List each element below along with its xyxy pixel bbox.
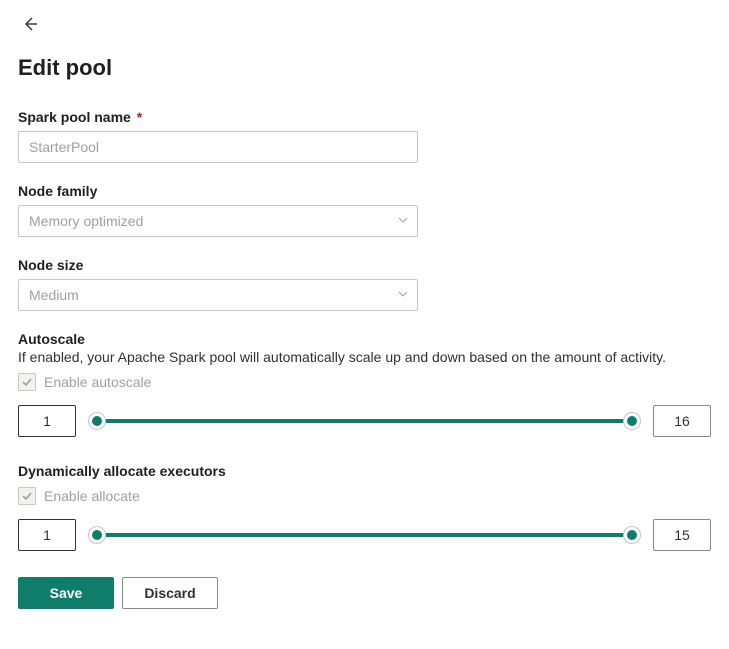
pool-name-input[interactable]: [18, 131, 418, 163]
executors-checkbox-label: Enable allocate: [44, 488, 140, 504]
pool-name-group: Spark pool name *: [18, 109, 711, 163]
autoscale-min-input[interactable]: 1: [18, 405, 76, 437]
executors-max-input[interactable]: 15: [653, 519, 711, 551]
node-size-value: Medium: [29, 287, 79, 303]
executors-slider-row: 1 15: [18, 519, 711, 551]
executors-checkbox[interactable]: [18, 487, 36, 505]
executors-min-input[interactable]: 1: [18, 519, 76, 551]
node-size-group: Node size Medium: [18, 257, 711, 311]
autoscale-checkbox-row: Enable autoscale: [18, 373, 711, 391]
autoscale-checkbox[interactable]: [18, 373, 36, 391]
autoscale-max-input[interactable]: 16: [653, 405, 711, 437]
discard-button[interactable]: Discard: [122, 577, 218, 609]
node-family-value: Memory optimized: [29, 213, 143, 229]
chevron-down-icon: [397, 213, 409, 229]
node-size-select[interactable]: Medium: [18, 279, 418, 311]
back-button[interactable]: [18, 12, 42, 39]
save-button[interactable]: Save: [18, 577, 114, 609]
autoscale-description: If enabled, your Apache Spark pool will …: [18, 349, 711, 365]
page-title: Edit pool: [18, 55, 711, 81]
node-family-select[interactable]: Memory optimized: [18, 205, 418, 237]
autoscale-checkbox-label: Enable autoscale: [44, 374, 151, 390]
autoscale-slider[interactable]: [90, 412, 639, 430]
pool-name-label-text: Spark pool name: [18, 109, 131, 125]
autoscale-slider-thumb-min[interactable]: [88, 412, 106, 430]
autoscale-slider-row: 1 16: [18, 405, 711, 437]
node-family-group: Node family Memory optimized: [18, 183, 711, 237]
autoscale-slider-thumb-max[interactable]: [623, 412, 641, 430]
node-family-label: Node family: [18, 183, 711, 199]
executors-slider[interactable]: [90, 526, 639, 544]
pool-name-label: Spark pool name *: [18, 109, 711, 125]
executors-label: Dynamically allocate executors: [18, 463, 711, 479]
arrow-left-icon: [22, 16, 38, 35]
slider-track-line: [90, 419, 639, 423]
button-row: Save Discard: [18, 577, 711, 609]
required-indicator: *: [137, 109, 142, 125]
slider-track-line: [90, 533, 639, 537]
chevron-down-icon: [397, 287, 409, 303]
executors-slider-thumb-min[interactable]: [88, 526, 106, 544]
node-size-label: Node size: [18, 257, 711, 273]
autoscale-label: Autoscale: [18, 331, 711, 347]
executors-slider-thumb-max[interactable]: [623, 526, 641, 544]
executors-checkbox-row: Enable allocate: [18, 487, 711, 505]
